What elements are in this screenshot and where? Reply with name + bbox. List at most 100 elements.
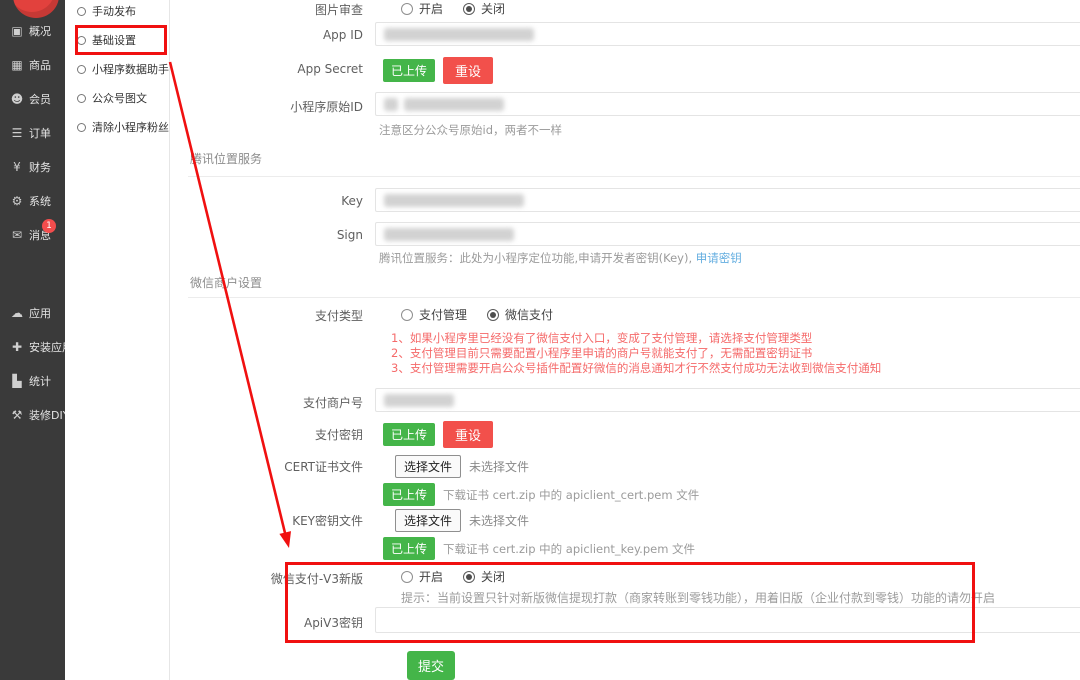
origin-id-hint: 注意区分公众号原始id，两者不一样	[379, 122, 1080, 138]
map-sign-input[interactable]	[375, 222, 1080, 246]
orders-icon: ☰	[9, 126, 25, 140]
redacted-value	[384, 28, 534, 41]
miniapp-origin-id-label: 小程序原始ID	[170, 98, 363, 115]
pay-type-note: 3、支付管理需要开启公众号插件配置好微信的消息通知才行不然支付成功无法收到微信支…	[391, 361, 1080, 376]
key-choose-file-button[interactable]: 选择文件	[395, 509, 461, 532]
overview-icon: ▣	[9, 24, 25, 38]
map-key-input[interactable]	[375, 188, 1080, 212]
apiv3-key-label: ApiV3密钥	[170, 614, 363, 631]
diy-icon: ⚒	[9, 408, 25, 422]
message-icon: ✉	[9, 228, 25, 242]
admin-settings-page: ▣ 概况 ▦ 商品 ☻ 会员 ☰ 订单 ¥ 财务 ⚙ 系统	[0, 0, 1080, 680]
app-id-label: App ID	[170, 28, 363, 42]
members-icon: ☻	[9, 92, 25, 106]
main-sidebar: ▣ 概况 ▦ 商品 ☻ 会员 ☰ 订单 ¥ 财务 ⚙ 系统	[0, 0, 65, 680]
redacted-value	[384, 98, 398, 111]
cert-choose-file-button[interactable]: 选择文件	[395, 455, 461, 478]
pay-type-label: 支付类型	[170, 307, 363, 324]
radio-bullet-icon	[77, 7, 86, 16]
pay-key-uploaded-button[interactable]: 已上传	[383, 423, 435, 446]
sidebar-item-label: 系统	[29, 193, 51, 209]
section-divider	[188, 176, 1080, 177]
pay-type-note: 1、如果小程序里已经没有了微信支付入口，变成了支付管理，请选择支付管理类型	[391, 331, 1080, 346]
wechat-pay-v3-label: 微信支付-V3新版	[170, 570, 363, 587]
cert-file-hint: 下载证书 cert.zip 中的 apiclient_cert.pem 文件	[443, 487, 699, 503]
app-id-input[interactable]	[375, 22, 1080, 46]
submenu-item-basic-settings[interactable]: 基础设置	[77, 32, 136, 48]
map-sign-label: Sign	[170, 228, 363, 242]
sidebar-item-decorate-diy[interactable]: ⚒ 装修DIY	[0, 398, 65, 432]
sidebar-item-label: 商品	[29, 57, 51, 73]
system-icon: ⚙	[9, 194, 25, 208]
map-key-label: Key	[170, 194, 363, 208]
sidebar-item-finance[interactable]: ¥ 财务	[0, 150, 65, 184]
sidebar-item-label: 会员	[29, 91, 51, 107]
cert-no-file-text: 未选择文件	[469, 458, 529, 475]
redacted-value	[384, 228, 514, 241]
radio-option-label[interactable]: 支付管理	[419, 306, 467, 323]
radio-bullet-icon	[77, 123, 86, 132]
v3-off-radio[interactable]	[463, 571, 475, 583]
apiv3-key-input[interactable]	[375, 607, 1080, 633]
sidebar-item-goods[interactable]: ▦ 商品	[0, 48, 65, 82]
submenu-item-label: 清除小程序粉丝	[92, 119, 169, 135]
radio-bullet-icon	[77, 94, 86, 103]
radio-option-label[interactable]: 开启	[419, 0, 443, 17]
app-secret-reset-button[interactable]: 重设	[443, 57, 493, 84]
submenu-item-label: 公众号图文	[92, 90, 147, 106]
submenu-item-official-account-articles[interactable]: 公众号图文	[77, 90, 147, 106]
install-icon: ✚	[9, 340, 25, 354]
section-divider	[188, 297, 1080, 298]
app-secret-uploaded-button[interactable]: 已上传	[383, 59, 435, 82]
message-count-badge: 1	[42, 219, 56, 233]
submit-button[interactable]: 提交	[407, 651, 455, 680]
goods-icon: ▦	[9, 58, 25, 72]
radio-bullet-icon	[77, 36, 86, 45]
radio-option-label[interactable]: 开启	[419, 568, 443, 585]
sidebar-item-statistics[interactable]: ▙ 统计	[0, 364, 65, 398]
submenu-item-manual-publish[interactable]: 手动发布	[77, 3, 136, 19]
radio-option-label[interactable]: 关闭	[481, 568, 505, 585]
sidebar-item-overview[interactable]: ▣ 概况	[0, 14, 65, 48]
sidebar-nav-apps: ☁ 应用 ✚ 安装应用 ▙ 统计 ⚒ 装修DIY	[0, 296, 65, 432]
pay-type-wechat-radio[interactable]	[487, 309, 499, 321]
wechat-merchant-section-title: 微信商户设置	[190, 274, 262, 291]
sidebar-item-members[interactable]: ☻ 会员	[0, 82, 65, 116]
sidebar-item-application[interactable]: ☁ 应用	[0, 296, 65, 330]
sidebar-item-system[interactable]: ⚙ 系统	[0, 184, 65, 218]
finance-icon: ¥	[9, 160, 25, 174]
app-secret-label: App Secret	[170, 62, 363, 76]
sidebar-item-orders[interactable]: ☰ 订单	[0, 116, 65, 150]
submenu-item-miniapp-data-assistant[interactable]: 小程序数据助手	[77, 61, 169, 77]
merchant-id-input[interactable]	[375, 388, 1080, 412]
miniapp-origin-id-input[interactable]	[375, 92, 1080, 116]
pay-type-manage-radio[interactable]	[401, 309, 413, 321]
image-review-on-radio[interactable]	[401, 3, 413, 15]
sidebar-item-label: 概况	[29, 23, 51, 39]
sidebar-item-label: 财务	[29, 159, 51, 175]
apps-icon: ☁	[9, 306, 25, 320]
submenu-item-label: 小程序数据助手	[92, 61, 169, 77]
sidebar-item-messages[interactable]: ✉ 消息 1	[0, 218, 65, 252]
sidebar-item-label: 统计	[29, 373, 51, 389]
radio-bullet-icon	[77, 65, 86, 74]
redacted-value	[384, 394, 454, 407]
submenu-item-clear-miniapp-fans[interactable]: 清除小程序粉丝	[77, 119, 169, 135]
image-review-label: 图片审查	[170, 1, 363, 18]
radio-option-label[interactable]: 关闭	[481, 0, 505, 17]
apply-key-link[interactable]: 申请密钥	[696, 251, 742, 265]
tencent-location-section-title: 腾讯位置服务	[190, 150, 262, 167]
radio-option-label[interactable]: 微信支付	[505, 306, 553, 323]
key-uploaded-badge: 已上传	[383, 537, 435, 560]
v3-on-radio[interactable]	[401, 571, 413, 583]
stats-icon: ▙	[9, 374, 25, 388]
settings-submenu: 手动发布 基础设置 小程序数据助手 公众号图文 清除小程序粉丝	[65, 0, 170, 680]
image-review-off-radio[interactable]	[463, 3, 475, 15]
cert-file-label: CERT证书文件	[170, 458, 363, 475]
sidebar-item-install-app[interactable]: ✚ 安装应用	[0, 330, 65, 364]
basic-settings-form: 图片审查 开启 关闭 App ID App Secret 已上传 重设 小程序原…	[170, 0, 1080, 680]
key-file-hint: 下载证书 cert.zip 中的 apiclient_key.pem 文件	[443, 541, 695, 557]
sidebar-item-label: 装修DIY	[29, 407, 69, 423]
pay-key-reset-button[interactable]: 重设	[443, 421, 493, 448]
sidebar-item-label: 订单	[29, 125, 51, 141]
